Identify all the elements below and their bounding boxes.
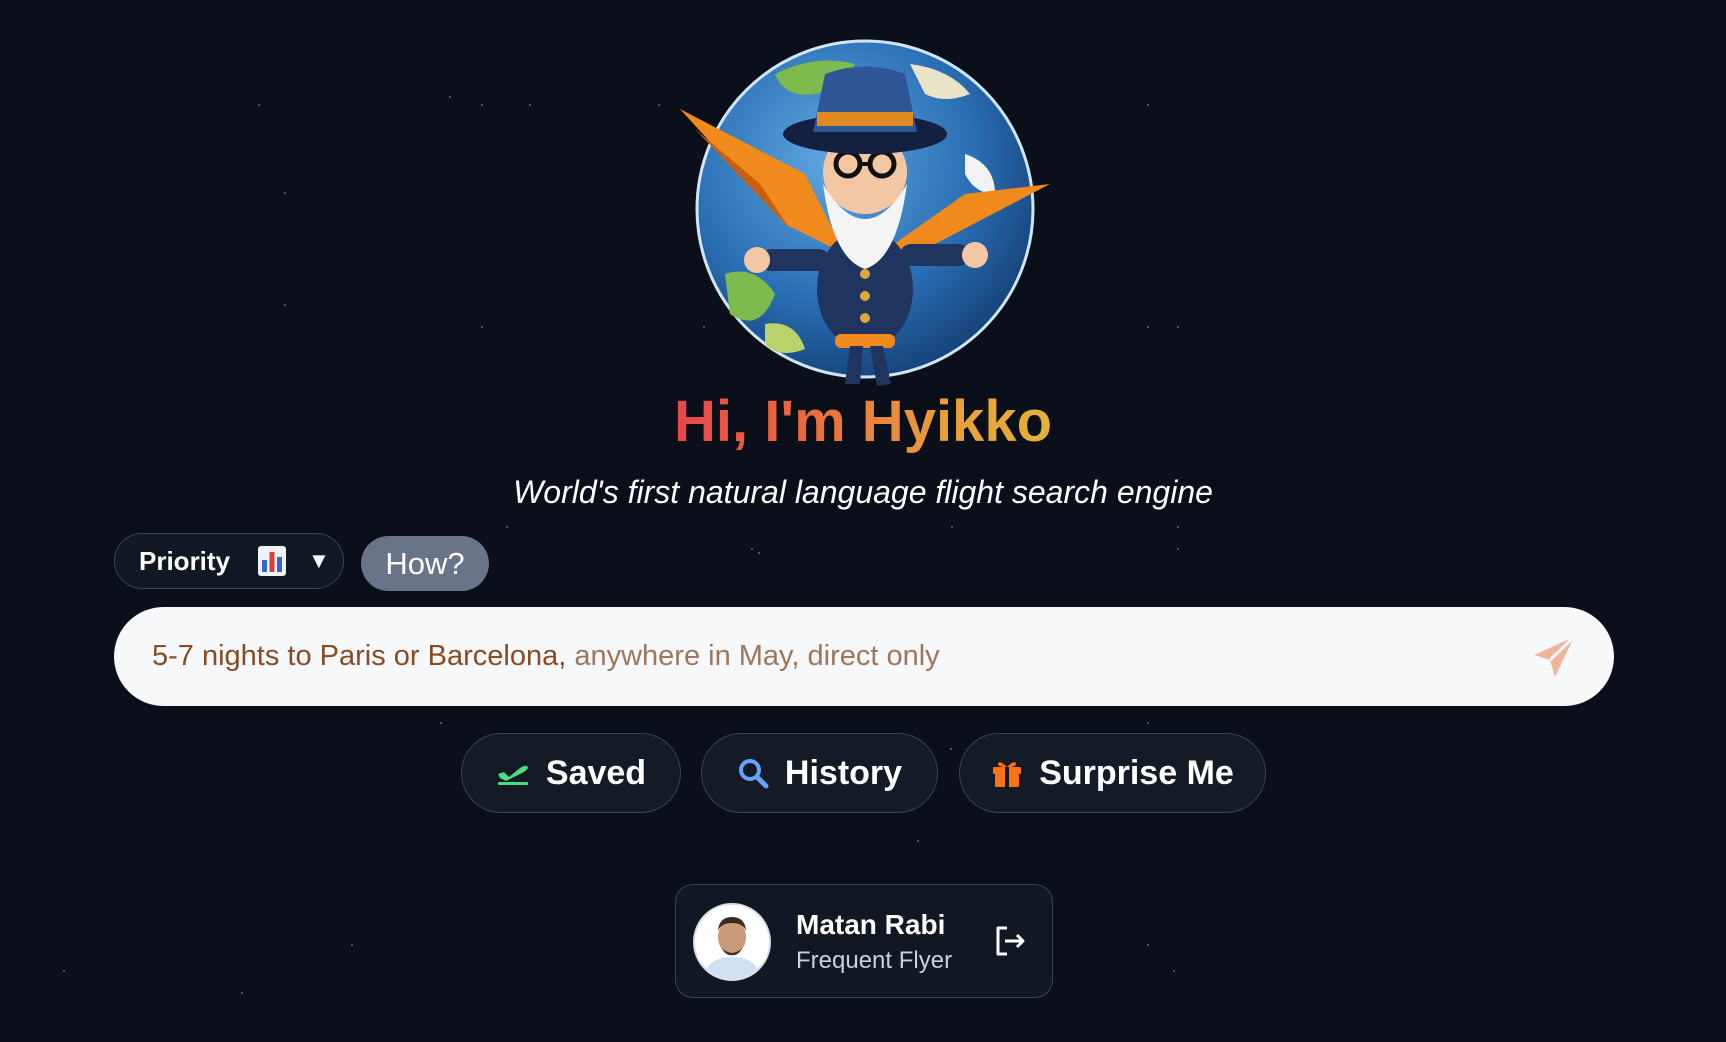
bar-chart-icon (258, 546, 287, 576)
surprise-me-button[interactable]: Surprise Me (959, 733, 1266, 813)
priority-label: Priority (139, 545, 231, 576)
history-label: History (784, 753, 903, 792)
paper-plane-icon[interactable] (1530, 633, 1578, 681)
user-profile-card: Matan Rabi Frequent Flyer (675, 884, 1053, 998)
avatar (693, 903, 771, 981)
search-typed-text: 5-7 nights to Paris or Barcelona, (152, 640, 567, 672)
saved-label: Saved (545, 753, 647, 792)
search-placeholder: anywhere in May, direct only (566, 640, 940, 672)
user-role: Frequent Flyer (796, 947, 953, 974)
page-title: Hi, I'm Hyikko (673, 389, 1053, 454)
saved-button[interactable]: Saved (461, 733, 681, 813)
gift-icon (991, 757, 1023, 789)
wizard-globe-mascot-icon (680, 39, 1050, 386)
surprise-me-label: Surprise Me (1039, 753, 1234, 792)
search-input[interactable]: 5-7 nights to Paris or Barcelona, anywhe… (152, 640, 1530, 673)
how-button[interactable]: How? (361, 536, 489, 591)
search-icon (737, 757, 769, 789)
priority-dropdown[interactable]: Priority ▼ (114, 533, 344, 589)
tagline: World's first natural language flight se… (513, 474, 1213, 510)
chevron-down-icon: ▼ (308, 548, 330, 573)
history-button[interactable]: History (701, 733, 938, 813)
logout-icon[interactable] (992, 923, 1028, 959)
page: Hi, I'm Hyikko World's first natural lan… (0, 0, 1726, 1042)
plane-departure-icon (496, 760, 530, 786)
user-name: Matan Rabi (796, 909, 946, 940)
search-bar: 5-7 nights to Paris or Barcelona, anywhe… (114, 607, 1614, 706)
